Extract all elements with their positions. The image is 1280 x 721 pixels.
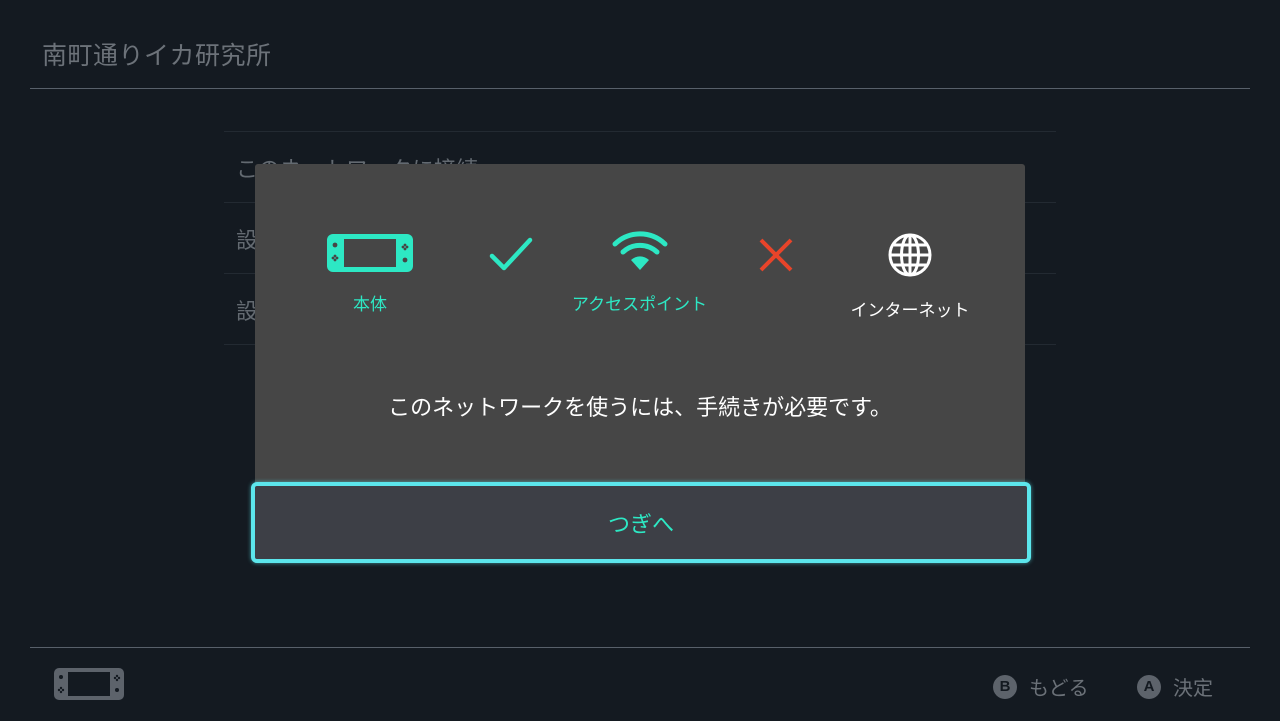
dialog-message: このネットワークを使うには、手続きが必要です。 <box>388 396 892 421</box>
console-label: 本体 <box>353 295 387 315</box>
back-hint[interactable]: B もどる <box>993 672 1089 701</box>
footer-bar: B もどる A 決定 <box>30 647 1250 721</box>
status-console: 本体 <box>327 234 413 315</box>
console-icon <box>327 234 413 272</box>
console-mode-icon <box>54 668 124 704</box>
cross-icon <box>757 236 795 278</box>
page-title: 南町通りイカ研究所 <box>42 41 272 70</box>
internet-label: インターネット <box>850 301 970 321</box>
status-access-point: アクセスポイント <box>567 230 712 315</box>
wifi-icon <box>612 231 667 270</box>
next-button-label: つぎへ <box>607 512 674 538</box>
confirm-label: 決定 <box>1173 676 1213 700</box>
b-button-icon: B <box>993 674 1017 699</box>
connection-test-dialog: 本体 アクセスポイント インターネット このネットワークを使うには、手続きが必要… <box>255 164 1025 484</box>
status-internet: インターネット <box>845 232 975 321</box>
a-button-icon: A <box>1137 674 1161 699</box>
next-button[interactable]: つぎへ <box>251 482 1031 563</box>
check-icon <box>489 236 533 278</box>
back-label: もどる <box>1029 676 1089 700</box>
globe-icon <box>888 233 932 277</box>
confirm-hint[interactable]: A 決定 <box>1137 672 1213 701</box>
access-point-label: アクセスポイント <box>571 295 708 315</box>
